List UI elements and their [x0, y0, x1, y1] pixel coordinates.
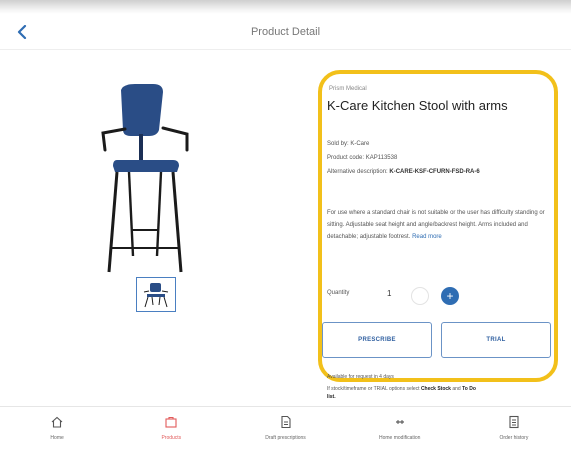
- product-brand: Prism Medical: [329, 86, 367, 92]
- to-do-link[interactable]: To Do: [462, 386, 476, 392]
- stock-note: If stock/timeframe or TRIAL options sele…: [327, 386, 476, 400]
- stool-image: [101, 84, 189, 273]
- nav-item-order-history[interactable]: Order history: [457, 407, 571, 450]
- product-alt-description: Alternative description: K-CARE-KSF-CFUR…: [327, 169, 480, 175]
- product-thumbnail[interactable]: [136, 277, 176, 312]
- stool-thumbnail-image: [143, 283, 169, 308]
- document-icon: [280, 415, 291, 429]
- read-more-link[interactable]: Read more: [412, 234, 442, 240]
- nav-item-home[interactable]: Home: [0, 407, 114, 450]
- trial-button[interactable]: TRIAL: [441, 322, 551, 358]
- bottom-nav: Home Products Draft prescriptions Home m…: [0, 406, 571, 450]
- header: Product Detail: [0, 14, 571, 50]
- top-status-bar: [0, 0, 571, 14]
- prescribe-button[interactable]: PRESCRIBE: [322, 322, 432, 358]
- nav-item-home-modification[interactable]: Home modification: [343, 407, 457, 450]
- nav-item-draft-prescriptions[interactable]: Draft prescriptions: [228, 407, 342, 450]
- product-description: For use where a standard chair is not su…: [327, 210, 545, 240]
- order-history-icon: [509, 415, 519, 429]
- nav-item-products[interactable]: Products: [114, 407, 228, 450]
- check-stock-link[interactable]: Check Stock: [421, 386, 451, 392]
- product-supplier: Sold by: K-Care: [327, 141, 370, 147]
- home-icon: [51, 416, 63, 428]
- home-modification-icon: [395, 420, 404, 424]
- quantity-increase-button[interactable]: +: [441, 287, 459, 305]
- product-image: [95, 80, 215, 280]
- product-name: K-Care Kitchen Stool with arms: [327, 98, 508, 113]
- quantity-label: Quantity: [327, 290, 350, 296]
- page-title: Product Detail: [250, 26, 321, 38]
- products-icon: [165, 416, 177, 428]
- quantity-decrease-button[interactable]: [411, 287, 429, 305]
- product-code: Product code: KAP113538: [327, 155, 398, 161]
- plus-icon: +: [446, 289, 454, 303]
- availability-note: Available for request in 4 days: [327, 374, 394, 380]
- quantity-value: 1: [387, 289, 392, 298]
